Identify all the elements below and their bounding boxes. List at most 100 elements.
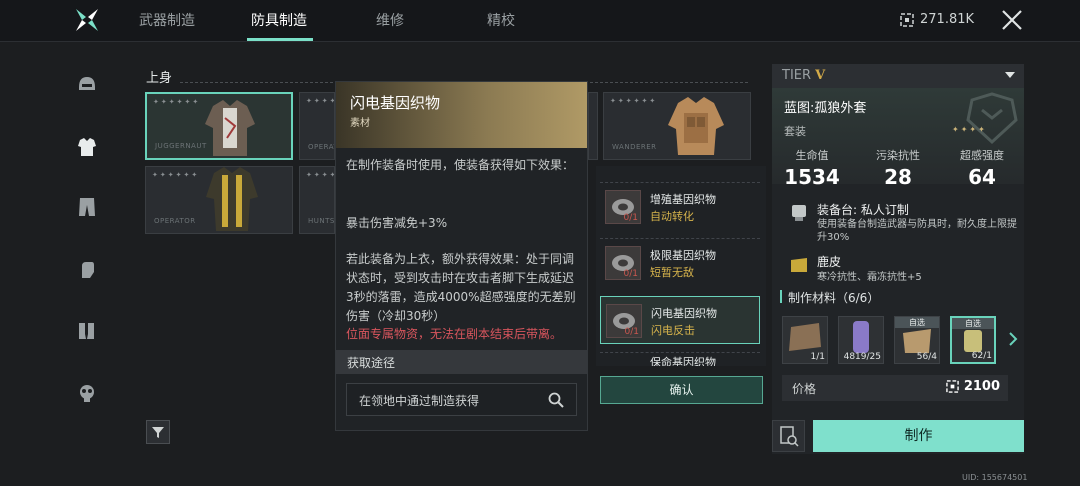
card-stars: ✦✦✦✦✦✦ [306,171,334,179]
card-stars: ✦✦✦✦✦✦ [306,97,334,105]
tactical-vest-icon [668,97,724,155]
material-thumb: 0/1 [605,246,641,280]
material-list: 0/1 增殖基因织物 自动转化 0/1 极限基因织物 短暂无敌 0/1 闪电基因… [596,166,766,366]
sidebar-item-helmet[interactable] [76,74,98,96]
confirm-button[interactable]: 确认 [600,376,763,404]
feature-title: 装备台: 私人订制 [817,203,909,217]
blueprint-panel: TIER V 蓝图:孤狼外套 ✦✦✦✦ 套装 生命值 1534 污染抗性 28 … [772,64,1024,454]
jacket-icon [205,100,255,156]
tooltip-effect: 暴击伤害减免+3% [346,216,448,230]
material-item[interactable]: 0/1 闪电基因织物 闪电反击 [600,296,760,344]
material-qty: 4819/25 [843,352,881,362]
currency-icon [900,12,914,27]
blueprint-title: 蓝图:孤狼外套 [784,101,867,116]
tier-label: TIER V [782,68,825,83]
material-effect: 自动转化 [650,210,694,223]
feature-title: 鹿皮 [817,255,842,269]
acquisition-title: 获取途径 [347,356,396,370]
armor-card[interactable]: ✦✦✦✦✦✦ WANDERER [603,92,751,160]
user-id: UID: 155674501 [962,473,1028,482]
boots-icon [79,323,94,339]
material-name: 极限基因织物 [650,249,716,262]
materials-header: 制作材料（6/6） [788,291,880,305]
material-effect: 闪电反击 [651,324,695,337]
card-stars: ✦✦✦✦✦✦ [153,98,201,106]
harness-vest-icon [206,167,258,231]
material-name: 增殖基因织物 [650,193,716,206]
material-count: 0/1 [623,213,638,223]
tooltip-desc: 在制作装备时使用，使装备获得如下效果： [346,158,575,172]
armor-card[interactable]: ✦✦✦✦✦✦ OPERATOR [145,166,293,234]
search-icon[interactable] [547,391,565,409]
blueprint-detail-button[interactable] [772,420,805,452]
price-value: 2100 [946,379,1000,394]
close-button[interactable] [1000,8,1024,32]
material-effect: 短暂无敌 [650,266,694,279]
currency-icon [946,380,959,393]
currency-display: 271.81K [900,12,974,27]
card-name: OPERATOR [154,217,196,225]
game-logo-icon [74,7,100,33]
helmet-icon [79,77,95,90]
card-name: OPERATO [308,143,334,151]
tab-armor-craft[interactable]: 防具制造 [251,10,307,30]
material-item[interactable]: 0/1 极限基因织物 短暂无敌 [600,238,760,286]
tab-weapon-craft[interactable]: 武器制造 [139,10,195,30]
card-name: HUNTS [308,217,335,225]
tab-repair[interactable]: 维修 [376,10,404,30]
material-qty: 56/4 [916,352,937,362]
sidebar-item-pants[interactable] [76,196,98,218]
feature-desc: 寒冷抗性、霜冻抗性+5 [817,272,922,283]
material-count: 0/1 [623,269,638,279]
tooltip-subtitle: 素材 [350,118,370,129]
filter-button[interactable] [146,420,170,444]
tooltip-title: 闪电基因织物 [350,94,441,112]
canister-icon [853,321,869,353]
sidebar-item-gloves[interactable] [76,258,98,280]
sidebar-item-boots[interactable] [76,320,98,342]
stat-value-psi: 64 [968,165,996,189]
document-search-icon [780,426,799,447]
material-name: 闪电基因织物 [651,307,717,320]
chevron-down-icon[interactable] [1004,70,1016,80]
card-name: JUGGERNAUT [155,142,207,150]
sidebar-item-armor[interactable] [76,136,98,158]
stat-label-pollution: 污染抗性 [876,149,920,162]
price-row: 价格 2100 [782,375,1008,401]
stat-value-pollution: 28 [884,165,912,189]
material-item[interactable]: 保命基因织物 [600,352,760,366]
feature-desc: 使用装备台制造武器与防具时，耐久度上限提升30% [817,219,1017,243]
card-stars: ✦✦✦✦✦✦ [610,97,658,105]
craft-button[interactable]: 制作 [813,420,1024,452]
filter-icon [152,427,164,438]
faction-emblem-icon [966,92,1018,145]
workbench-icon [792,205,806,221]
material-qty: 62/1 [971,351,992,361]
currency-value: 271.81K [920,12,975,27]
acquisition-source[interactable]: 在领地中通过制造获得 [346,383,577,416]
armor-card-edge[interactable] [588,92,598,160]
tier-text: TIER [782,68,812,83]
price-label: 价格 [792,382,817,396]
tab-calibrate[interactable]: 精校 [487,10,515,30]
item-tooltip: 闪电基因织物 素材 在制作装备时使用，使装备获得如下效果： 暴击伤害减免+3% … [335,81,588,431]
material-name: 保命基因织物 [650,356,716,366]
close-icon [1002,10,1022,30]
recipe-material[interactable]: 4819/25 [838,316,884,364]
recipe-material[interactable]: 自选 56/4 [894,316,940,364]
recipe-material[interactable]: 1/1 [782,316,828,364]
price-amount: 2100 [963,379,1000,394]
armor-card[interactable]: ✦✦✦✦✦✦ OPERATO [299,92,335,160]
armor-card[interactable]: ✦✦✦✦✦✦ JUGGERNAUT [145,92,293,160]
armor-card[interactable]: ✦✦✦✦✦✦ HUNTS [299,166,335,234]
material-item[interactable]: 0/1 增殖基因织物 自动转化 [600,182,760,230]
recipe-material[interactable]: 自选 62/1 [950,316,996,364]
sidebar-item-mask[interactable] [76,382,98,404]
blueprint-type: 套装 [784,125,806,138]
tier-roman: V [815,68,826,83]
acquisition-text: 在领地中通过制造获得 [359,394,480,408]
optional-tag: 自选 [952,318,994,329]
chevron-right-icon[interactable] [1008,332,1018,346]
card-name: WANDERER [612,143,657,151]
material-qty: 1/1 [810,352,825,362]
